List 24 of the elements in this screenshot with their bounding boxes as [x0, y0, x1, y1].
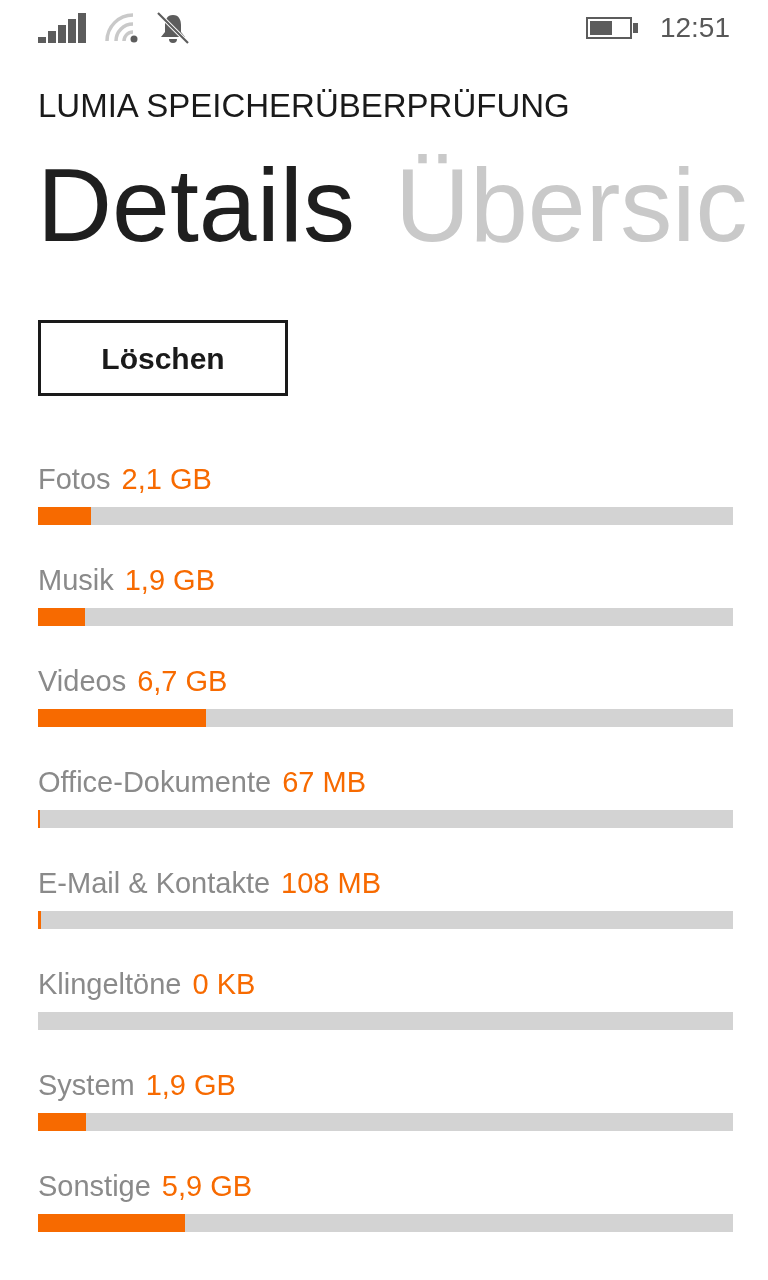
- muted-bell-icon: [156, 12, 190, 44]
- category-size: 1,9 GB: [124, 563, 215, 598]
- category-size: 2,1 GB: [121, 462, 212, 497]
- app-title: LUMIA SPEICHERÜBERPRÜFUNG: [38, 86, 571, 126]
- wifi-icon: [105, 13, 139, 43]
- category-name: E-Mail & Kontakte: [38, 866, 271, 901]
- category-name: Office-Dokumente: [38, 765, 272, 800]
- battery-icon: [585, 17, 638, 39]
- category-name: Klingeltöne: [38, 967, 182, 1002]
- category-size: 67 MB: [282, 765, 366, 800]
- category-name: System: [38, 1068, 135, 1103]
- signal-strength-icon: [38, 13, 86, 43]
- pivot-tab[interactable]: Details: [37, 153, 355, 257]
- category-size: 0 KB: [192, 967, 256, 1002]
- category-size: 6,7 GB: [137, 664, 228, 699]
- delete-button[interactable]: Löschen: [38, 320, 288, 396]
- category-name: Sonstige: [38, 1169, 151, 1204]
- category-name: Fotos: [38, 462, 111, 497]
- category-size: 1,9 GB: [145, 1068, 236, 1103]
- category-size: 108 MB: [281, 866, 382, 901]
- category-name: Videos: [38, 664, 127, 699]
- status-time: 12:51: [659, 11, 730, 45]
- category-name: Musik: [38, 563, 114, 598]
- category-size: 5,9 GB: [161, 1169, 253, 1204]
